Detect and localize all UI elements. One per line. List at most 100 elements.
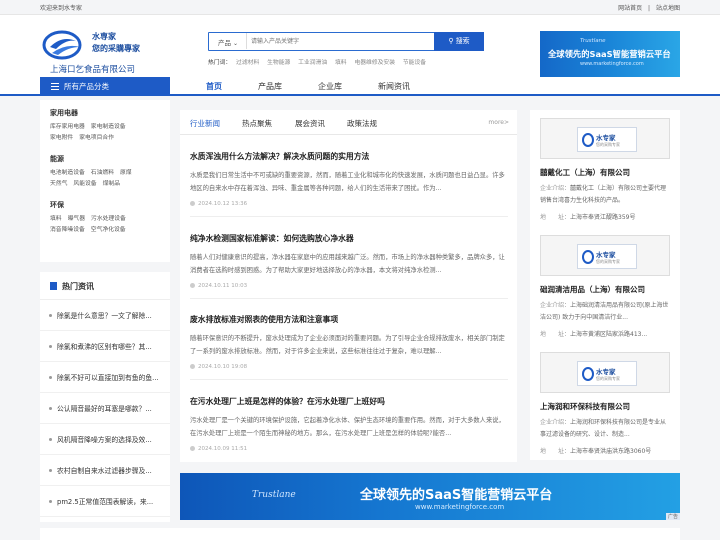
- search-category-select[interactable]: 产品 ⌄: [209, 33, 247, 49]
- article-date: 2024.10.10 19:08: [198, 364, 248, 370]
- main-nav: 所有产品分类 首页 产品库 企业库 新闻资讯: [0, 77, 720, 96]
- hot-keyword[interactable]: 工业润滑油: [298, 60, 327, 66]
- clock-icon: [190, 201, 195, 206]
- hot-label: 热门词：: [208, 60, 232, 66]
- category-item[interactable]: 库存家用电器: [50, 124, 85, 130]
- clock-icon: [190, 283, 195, 288]
- tab-hot-focus[interactable]: 热点聚焦: [242, 118, 272, 129]
- category-item[interactable]: 原煤: [120, 170, 132, 176]
- company-logo[interactable]: 水专家 您的采购专家: [540, 352, 670, 393]
- category-item[interactable]: 空气净化设备: [91, 227, 126, 233]
- company-logo[interactable]: 水专家 您的采购专家: [540, 235, 670, 276]
- category-item[interactable]: 电池制造设备: [50, 170, 85, 176]
- company-profile: 企业介绍：上海础润清洁用品有限公司(原上海世洁公司) 致力于向中国清洁行业...: [540, 300, 672, 324]
- clock-icon: [190, 446, 195, 451]
- banner-url: www.marketingforce.com: [415, 503, 505, 511]
- hot-news-text: 农村自制自来水过滤器步骤及...: [57, 467, 152, 475]
- category-item[interactable]: 风能设备: [73, 181, 96, 187]
- article-title[interactable]: 废水排放标准对照表的使用方法和注意事项: [190, 314, 508, 325]
- banner-url: www.marketingforce.com: [580, 61, 644, 67]
- banner-headline: 全球领先的SaaS智能营销云平台: [360, 488, 553, 503]
- category-group: 能源 电池制造设备 石油燃料 原煤 天然气 风能设备 煤制品: [50, 154, 160, 190]
- company-logo[interactable]: 水专家 您的采购专家: [540, 118, 670, 159]
- tab-exhibitions[interactable]: 展会资讯: [295, 118, 325, 129]
- company-title[interactable]: 上海润和环保科技有限公司: [540, 401, 672, 412]
- search-input[interactable]: [251, 35, 431, 47]
- category-title[interactable]: 环保: [50, 200, 160, 210]
- news-article: 纯净水检测国家标准解读：如何选购放心净水器 随着人们对健康意识的提高，净水器在家…: [190, 233, 508, 299]
- hot-news-item[interactable]: 除氯是什么意思？一文了解除...: [40, 300, 170, 331]
- article-title[interactable]: 纯净水检测国家标准解读：如何选购放心净水器: [190, 233, 508, 244]
- hot-news-title: 热门资讯: [62, 282, 94, 291]
- footer-strip: [40, 528, 680, 540]
- hot-news-item[interactable]: 除氯和煮沸的区别有哪些？其...: [40, 331, 170, 362]
- nav-home[interactable]: 首页: [206, 77, 222, 96]
- search-button[interactable]: ⚲ 搜索: [434, 31, 484, 51]
- news-article: 在污水处理厂上班是怎样的体验？在污水处理厂上班好吗 污水处理厂是一个关键的环境保…: [190, 396, 508, 452]
- hot-news-panel: 热门资讯 除氯是什么意思？一文了解除... 除氯和煮沸的区别有哪些？其... 除…: [40, 272, 170, 522]
- home-link[interactable]: 网站首页: [618, 5, 642, 12]
- article-date: 2024.10.12 13:36: [198, 201, 248, 207]
- search-icon: ⚲: [448, 36, 454, 45]
- hot-keyword[interactable]: 过滤材料: [236, 60, 259, 66]
- ad-badge: 广告: [665, 513, 680, 520]
- hot-keyword[interactable]: 填料: [335, 60, 347, 66]
- company-name: 上海口乞食品有限公司: [50, 65, 136, 75]
- hot-news-header: 热门资讯: [40, 272, 170, 300]
- bottom-ad-banner[interactable]: Trustlane 全球领先的SaaS智能营销云平台 www.marketing…: [180, 473, 680, 520]
- banner-brand: Trustlane: [580, 38, 606, 44]
- header: 水専家 您的采購專家 上海口乞食品有限公司 产品⌄ ⚲ 搜索 热门词： 过滤材料…: [0, 15, 720, 78]
- category-item[interactable]: 天然气: [50, 181, 67, 187]
- category-item[interactable]: 煤制品: [103, 181, 120, 187]
- address-text: 上海市奉贤江醍路359号: [570, 214, 636, 221]
- logo-mark-icon: [582, 250, 594, 264]
- sitemap-link[interactable]: 站点地图: [656, 5, 680, 12]
- logo-text: 水专家: [596, 368, 616, 376]
- category-item[interactable]: 石油燃料: [91, 170, 114, 176]
- article-title[interactable]: 水质浑浊用什么方法解决？解决水质问题的实用方法: [190, 151, 508, 162]
- hot-news-item[interactable]: pm2.5正常值范围表解读，来...: [40, 486, 170, 517]
- category-item[interactable]: 曝气器: [68, 216, 85, 222]
- tab-industry-news[interactable]: 行业新闻: [190, 118, 220, 129]
- category-item[interactable]: 污水处理设备: [91, 216, 126, 222]
- article-title[interactable]: 在污水处理厂上班是怎样的体验？在污水处理厂上班好吗: [190, 396, 508, 407]
- news-article: 水质浑浊用什么方法解决？解决水质问题的实用方法 水质是我们日常生活中不可或缺的重…: [190, 151, 508, 217]
- category-item[interactable]: 消音降噪设备: [50, 227, 85, 233]
- divider: |: [648, 5, 651, 12]
- site-logo[interactable]: 水専家 您的采購專家 上海口乞食品有限公司: [42, 29, 182, 75]
- top-ad-banner[interactable]: Trustlane 全球领先的SaaS智能营销云平台 www.marketing…: [540, 31, 680, 78]
- document-icon: [50, 282, 57, 290]
- welcome-text: 欢迎来到水专家: [40, 5, 83, 12]
- logo-text: 水专家: [596, 134, 616, 142]
- company-title[interactable]: 囍戴化工（上海）有限公司: [540, 167, 672, 178]
- hot-news-item[interactable]: 公认隔音最好的耳塞是哪款？...: [40, 393, 170, 424]
- hot-news-item[interactable]: 风机隔音降噪方案的选择及效...: [40, 424, 170, 455]
- all-categories-button[interactable]: 所有产品分类: [40, 77, 170, 96]
- banner-brand: Trustlane: [252, 490, 296, 500]
- menu-icon: [51, 83, 59, 90]
- hot-keyword[interactable]: 节能设备: [403, 60, 426, 66]
- tab-policies[interactable]: 政策法规: [347, 118, 377, 129]
- hot-news-item[interactable]: 农村自制自来水过滤器步骤及...: [40, 455, 170, 486]
- logo-subtext: 您的采购专家: [596, 376, 620, 381]
- address-label: 地 址：: [540, 448, 571, 455]
- category-title[interactable]: 能源: [50, 154, 160, 164]
- nav-products[interactable]: 产品库: [258, 77, 282, 96]
- address-text: 上海市黄浦区陆家浜路413...: [570, 331, 648, 338]
- nav-news[interactable]: 新闻资讯: [378, 77, 410, 96]
- category-item[interactable]: 家电制造设备: [91, 124, 126, 130]
- company-title[interactable]: 础润清洁用品（上海）有限公司: [540, 284, 672, 295]
- hot-keyword[interactable]: 电器维修及安装: [354, 60, 395, 66]
- category-title[interactable]: 家用电器: [50, 108, 160, 118]
- hot-news-text: 除氯是什么意思？一文了解除...: [57, 312, 152, 320]
- category-item[interactable]: 家电附件: [50, 135, 73, 141]
- category-item[interactable]: 填料: [50, 216, 62, 222]
- category-group: 家用电器 库存家用电器 家电制造设备 家电附件 家电项目合作: [50, 108, 160, 144]
- nav-companies[interactable]: 企业库: [318, 77, 342, 96]
- hot-news-item[interactable]: 除氯不好可以直接加到有鱼的鱼...: [40, 362, 170, 393]
- category-item[interactable]: 家电项目合作: [79, 135, 114, 141]
- more-link[interactable]: more>: [488, 119, 509, 126]
- top-bar: 欢迎来到水专家 网站首页 | 站点地图: [0, 0, 720, 15]
- hot-keyword[interactable]: 生物能源: [267, 60, 290, 66]
- divider: [190, 379, 508, 380]
